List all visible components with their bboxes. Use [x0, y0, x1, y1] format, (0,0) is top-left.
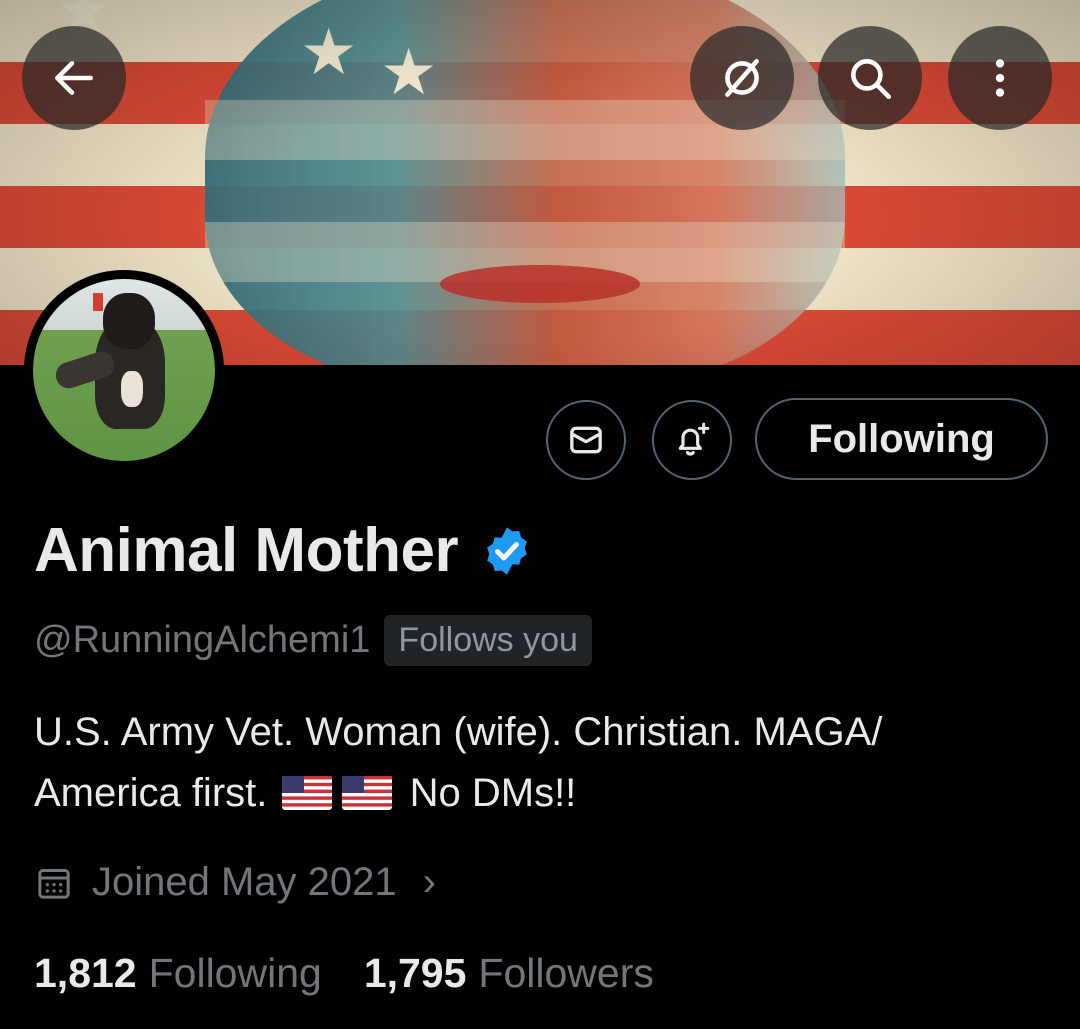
- slashed-circle-icon: [725, 59, 759, 97]
- follows-you-badge: Follows you: [384, 615, 592, 666]
- search-button[interactable]: [818, 26, 922, 130]
- chevron-right-icon: ›: [422, 860, 436, 904]
- follow-stats: 1,812 Following 1,795 Followers: [34, 950, 654, 997]
- arrow-left-icon: [55, 61, 93, 95]
- more-options-button[interactable]: [948, 26, 1052, 130]
- search-icon: [851, 59, 892, 100]
- bio-line: America first.: [34, 771, 268, 815]
- us-flag-emoji-icon: [342, 776, 393, 810]
- profile-bio: U.S. Army Vet. Woman (wife). Christian. …: [34, 702, 1044, 824]
- grok-button[interactable]: [690, 26, 794, 130]
- following-count: 1,812: [34, 950, 137, 996]
- us-flag-emoji-icon: [282, 776, 333, 810]
- notifications-button[interactable]: [652, 400, 732, 480]
- bell-plus-icon: [678, 422, 710, 456]
- avatar[interactable]: [24, 270, 224, 470]
- back-button[interactable]: [22, 26, 126, 130]
- bio-line: No DMs!!: [409, 771, 577, 815]
- vertical-dots-icon: [995, 59, 1005, 97]
- bio-line: U.S. Army Vet. Woman (wife). Christian. …: [34, 710, 883, 754]
- followers-stat[interactable]: 1,795 Followers: [364, 950, 654, 997]
- user-handle: @RunningAlchemi1: [34, 619, 371, 661]
- name-row: Animal Mother: [34, 515, 534, 586]
- display-name: Animal Mother: [34, 516, 459, 585]
- message-button[interactable]: [546, 400, 626, 480]
- handle-row: @RunningAlchemi1 Follows you: [34, 615, 592, 666]
- following-stat[interactable]: 1,812 Following: [34, 950, 322, 997]
- envelope-icon: [570, 426, 602, 454]
- joined-date: Joined May 2021: [92, 860, 397, 904]
- following-label: Following: [148, 950, 322, 996]
- calendar-icon: [38, 868, 70, 899]
- following-button[interactable]: Following: [755, 398, 1048, 480]
- verified-badge-icon[interactable]: [480, 524, 534, 578]
- followers-label: Followers: [478, 950, 654, 996]
- joined-date-row[interactable]: Joined May 2021 ›: [34, 860, 436, 905]
- followers-count: 1,795: [363, 950, 467, 996]
- avatar-dog-photo: [33, 279, 215, 461]
